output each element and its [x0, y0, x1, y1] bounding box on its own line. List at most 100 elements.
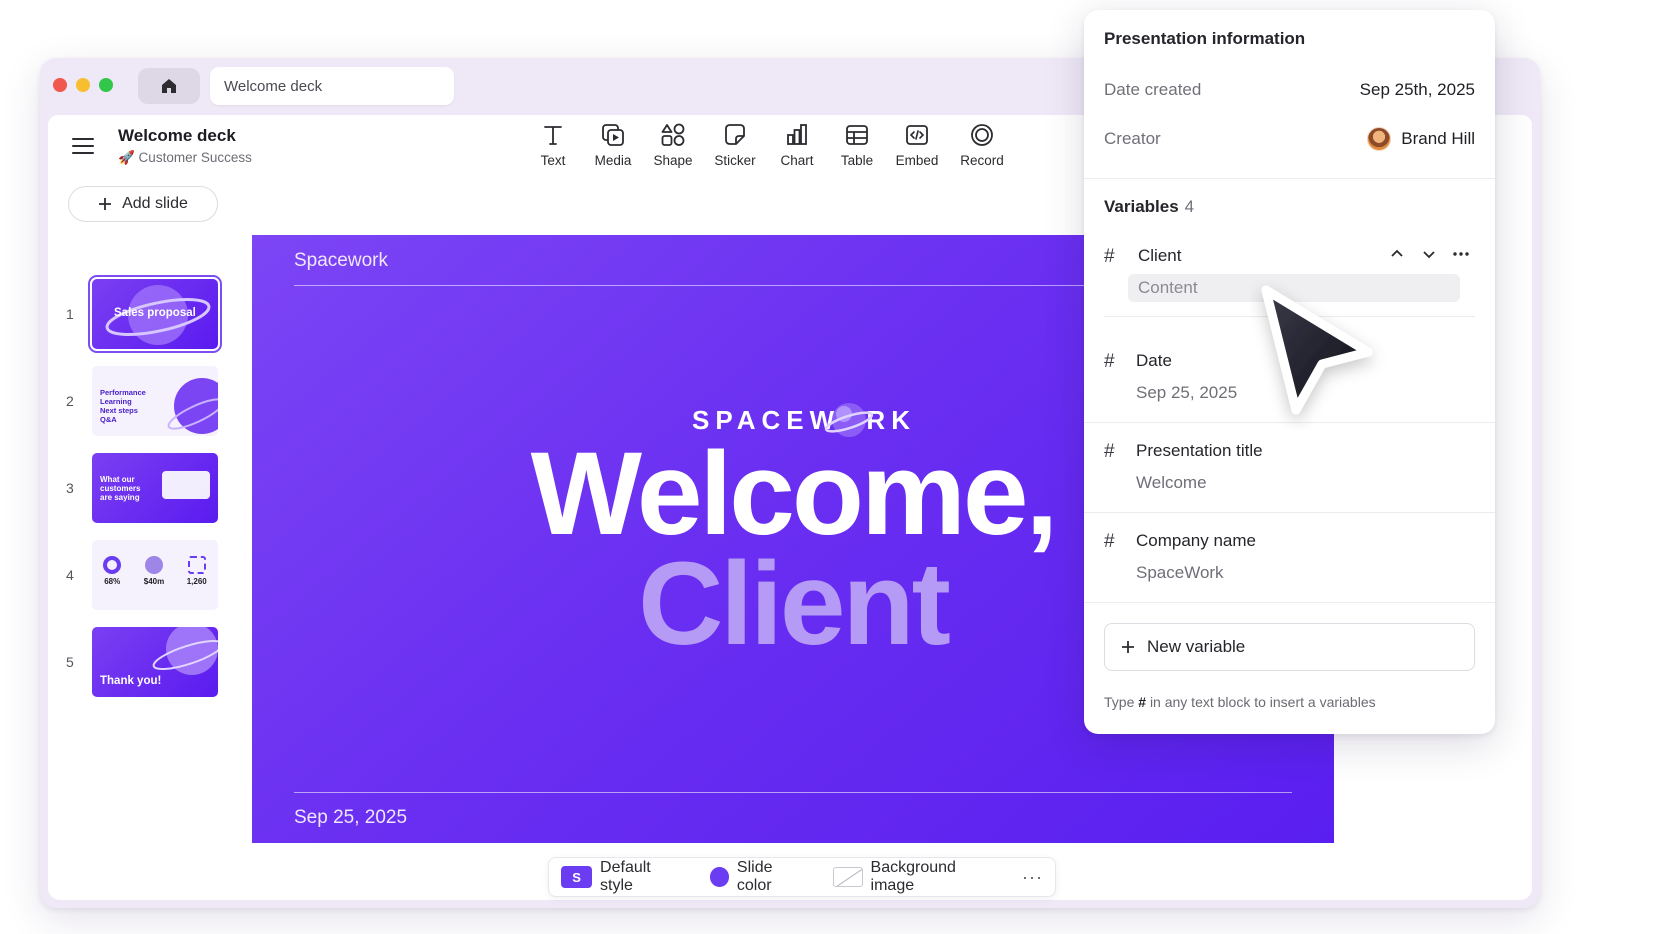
- hash-icon: #: [1104, 351, 1115, 372]
- panel-divider: [1084, 512, 1495, 513]
- minimize-window-button[interactable]: [76, 78, 90, 92]
- tool-record-label: Record: [960, 153, 1004, 168]
- tool-shape[interactable]: Shape: [643, 121, 703, 168]
- default-style-button[interactable]: S Default style: [561, 859, 686, 895]
- add-slide-label: Add slide: [122, 195, 188, 212]
- home-button[interactable]: [138, 68, 200, 104]
- slide-color-button[interactable]: Slide color: [709, 859, 810, 895]
- table-icon: [846, 125, 868, 145]
- thumbnail-caption: Thank you!: [100, 675, 162, 687]
- thumbnail-image: 68% $40m 1,260: [92, 540, 218, 610]
- creator-value[interactable]: Brand Hill: [1367, 127, 1475, 151]
- slide-thumbnail-1[interactable]: 1 Sales proposal: [66, 275, 222, 353]
- thumbnail-image: Performance Learning Next steps Q&A: [92, 366, 218, 436]
- variables-hint: Type # in any text block to insert a var…: [1104, 694, 1376, 710]
- slide-thumbnail-3[interactable]: 3 What our customers are saying: [66, 453, 218, 523]
- slide-thumbnail-5[interactable]: 5 Thank you!: [66, 627, 218, 697]
- thumbnail-image: What our customers are saying: [92, 453, 218, 523]
- background-image-button[interactable]: Background image: [833, 859, 1000, 895]
- maximize-window-button[interactable]: [99, 78, 113, 92]
- slide-number: 2: [66, 393, 74, 409]
- thumbnail-image: Sales proposal: [88, 275, 222, 353]
- new-variable-label: New variable: [1147, 637, 1246, 656]
- slide-bottom-divider: [294, 792, 1292, 793]
- quote-bubble: [162, 471, 210, 499]
- variable-actions: [1389, 246, 1469, 262]
- variables-count: 4: [1184, 197, 1195, 216]
- hash-icon: #: [1104, 531, 1115, 552]
- tool-media-label: Media: [594, 153, 632, 168]
- add-slide-button[interactable]: Add slide: [68, 186, 218, 222]
- thumbnail-image: Thank you!: [92, 627, 218, 697]
- default-style-label: Default style: [600, 859, 651, 894]
- variable-name: Date: [1136, 351, 1172, 370]
- browser-tab[interactable]: Welcome deck: [210, 67, 454, 105]
- variable-name: Company name: [1136, 531, 1257, 550]
- avatar: [1367, 127, 1392, 151]
- slide-number: 5: [66, 654, 74, 670]
- variable-name: Presentation title: [1136, 441, 1263, 460]
- new-variable-button[interactable]: New variable: [1104, 623, 1475, 671]
- media-icon: [602, 124, 624, 146]
- tool-shape-label: Shape: [653, 153, 693, 168]
- tool-sticker-label: Sticker: [714, 153, 756, 168]
- record-icon: [971, 124, 993, 146]
- slide-number: 1: [66, 306, 74, 322]
- tool-record[interactable]: Record: [947, 121, 1017, 168]
- date-created-row: Date created Sep 25th, 2025: [1104, 80, 1475, 100]
- slide-brand[interactable]: Spacework: [294, 250, 388, 272]
- tool-sticker[interactable]: Sticker: [703, 121, 767, 168]
- chart-icon: [787, 124, 807, 145]
- slide-number: 4: [66, 567, 74, 583]
- style-badge-icon: S: [561, 866, 593, 888]
- tool-embed[interactable]: Embed: [887, 121, 947, 168]
- deck-workspace[interactable]: 🚀 Customer Success: [118, 150, 252, 166]
- variable-name: Client: [1138, 246, 1182, 265]
- close-window-button[interactable]: [53, 78, 67, 92]
- deck-title[interactable]: Welcome deck: [118, 126, 236, 146]
- tool-media[interactable]: Media: [583, 121, 643, 168]
- plus-icon: [1122, 641, 1134, 653]
- slide-thumbnail-4[interactable]: 4 68% $40m 1,260: [66, 540, 218, 610]
- slide-style-bar: S Default style Slide color Background i…: [548, 857, 1056, 897]
- tool-text[interactable]: Text: [523, 121, 583, 168]
- creator-name: Brand Hill: [1401, 129, 1475, 148]
- more-options-icon[interactable]: ···: [1022, 867, 1043, 888]
- shape-icon: [661, 123, 685, 146]
- date-created-label: Date created: [1104, 80, 1202, 99]
- tool-text-label: Text: [540, 153, 566, 168]
- empty-image-icon: [833, 867, 863, 887]
- window-controls: [53, 78, 113, 92]
- more-icon[interactable]: [1453, 246, 1469, 262]
- panel-title: Presentation information: [1104, 29, 1306, 48]
- thumbnail-caption: Sales proposal: [114, 307, 196, 319]
- planet-graphic: [167, 378, 218, 434]
- plus-icon: [99, 198, 112, 210]
- creator-label: Creator: [1104, 129, 1161, 148]
- tool-chart[interactable]: Chart: [767, 121, 827, 168]
- variables-heading: Variables 4: [1104, 197, 1195, 216]
- hash-icon: #: [1104, 246, 1115, 267]
- slide-number: 3: [66, 480, 74, 496]
- insert-toolbar: Text Media Shape Sticker Chart Table Emb…: [523, 121, 1017, 168]
- variable-company-name[interactable]: # Company name SpaceWork: [1104, 531, 1475, 591]
- text-icon: [544, 126, 562, 145]
- tool-chart-label: Chart: [780, 153, 814, 168]
- chevron-down-icon[interactable]: [1421, 246, 1437, 262]
- tool-table[interactable]: Table: [827, 121, 887, 168]
- tool-table-label: Table: [840, 153, 874, 168]
- embed-icon: [906, 125, 928, 145]
- date-created-value: Sep 25th, 2025: [1359, 80, 1475, 99]
- variable-value: SpaceWork: [1136, 563, 1224, 582]
- thumbnail-stats: 68% $40m 1,260: [92, 556, 218, 586]
- chevron-up-icon[interactable]: [1389, 246, 1405, 262]
- mouse-cursor-icon: [1261, 285, 1373, 415]
- variable-presentation-title[interactable]: # Presentation title Welcome: [1104, 441, 1475, 501]
- menu-icon[interactable]: [72, 133, 94, 159]
- panel-divider: [1084, 178, 1495, 179]
- tool-embed-label: Embed: [895, 153, 939, 168]
- slide-thumbnail-2[interactable]: 2 Performance Learning Next steps Q&A: [66, 366, 218, 436]
- home-icon: [162, 79, 176, 93]
- slide-date[interactable]: Sep 25, 2025: [294, 807, 407, 829]
- variable-value: Sep 25, 2025: [1136, 383, 1238, 402]
